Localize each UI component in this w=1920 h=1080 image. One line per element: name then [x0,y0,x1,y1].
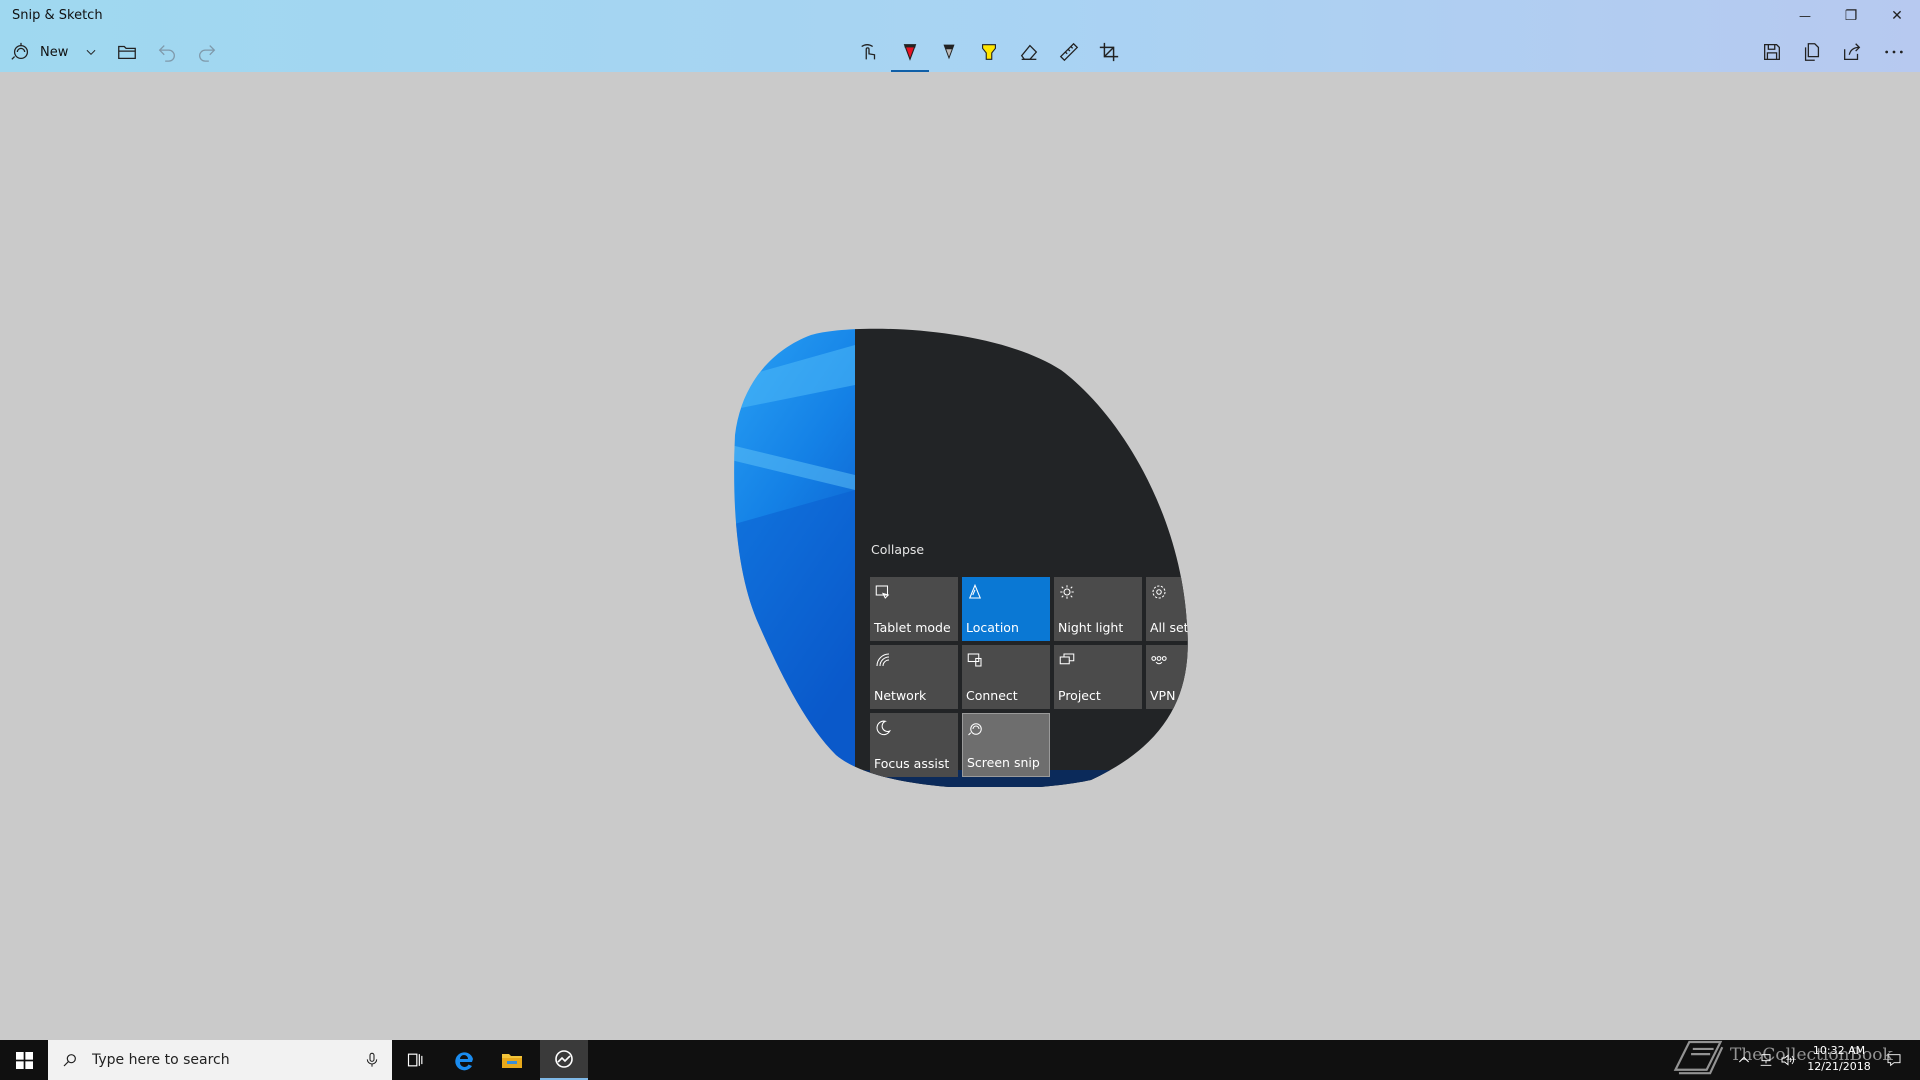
search-icon [63,1054,76,1067]
tile-label: Network [874,688,927,703]
eraser-icon [1020,44,1038,60]
edge-browser-button[interactable] [440,1040,488,1080]
ruler-icon [1059,42,1079,62]
highlighter-button[interactable] [972,32,1006,72]
settings-gear-icon [1150,583,1168,601]
tile-label: Tablet mode [874,620,951,635]
location-tile[interactable]: Location [962,577,1050,641]
save-button[interactable] [1755,32,1789,72]
screen-snip-tile[interactable]: Screen snip [962,713,1050,777]
focus-assist-moon-icon [874,719,892,737]
share-button[interactable] [1835,32,1869,72]
eraser-button[interactable] [1012,32,1046,72]
file-explorer-button[interactable] [488,1040,536,1080]
restore-button[interactable]: ❐ [1828,0,1874,32]
night-light-icon [1058,583,1076,601]
chevron-down-icon [86,49,96,55]
watermark-text: TheCollectionBook [1730,1045,1893,1065]
ballpoint-pen-button[interactable] [891,32,929,72]
new-snip-button[interactable]: New [10,32,80,72]
new-snip-icon [11,42,29,60]
tile-label: Screen snip [967,755,1040,770]
touch-writing-button[interactable] [852,32,886,72]
redo-icon [199,45,216,62]
snip-sketch-taskbar-button[interactable] [540,1040,588,1080]
tile-label: All sett [1150,620,1194,635]
project-icon [1058,651,1076,669]
tile-label: Project [1058,688,1101,703]
crop-icon [1099,42,1119,62]
connect-tile[interactable]: Connect [962,645,1050,709]
tile-label: Focus assist [874,756,950,771]
app-title: Snip & Sketch [12,8,103,23]
tablet-mode-icon [874,583,892,601]
windows-logo-icon [15,1051,33,1069]
copy-button[interactable] [1795,32,1829,72]
tile-label: VPN [1150,688,1176,703]
new-label: New [40,44,69,60]
screen-snip-icon [967,720,985,738]
pencil-button[interactable] [932,32,966,72]
crop-button[interactable] [1092,32,1126,72]
network-icon [874,651,892,669]
more-options-button[interactable] [1875,32,1913,72]
task-view-button[interactable] [392,1040,440,1080]
project-tile[interactable]: Project [1054,645,1142,709]
file-explorer-icon [502,1054,522,1068]
toolbar: New [0,32,1920,72]
snip-sketch-icon [555,1050,573,1068]
copy-icon [1804,43,1820,61]
save-icon [1764,44,1780,60]
night-light-tile[interactable]: Night light [1054,577,1142,641]
tile-label: Connect [966,688,1018,703]
book-logo-icon [1673,1040,1724,1075]
task-view-icon [407,1053,423,1067]
more-icon [1885,50,1903,54]
microphone-icon[interactable] [364,1052,380,1068]
restore-icon: ❐ [1844,8,1858,24]
undo-button[interactable] [152,32,182,72]
open-folder-icon [118,45,136,60]
watermark: TheCollectionBook [1672,1030,1893,1080]
snip-image: Collapse Tablet mode Location Night ligh… [731,325,1193,787]
network-tile[interactable]: Network [870,645,958,709]
touch-writing-icon [861,44,876,60]
open-file-button[interactable] [112,32,142,72]
start-button[interactable] [0,1040,48,1080]
connect-icon [966,651,984,669]
share-icon [1844,43,1861,60]
tile-label: Location [966,620,1019,635]
vpn-icon [1150,651,1168,669]
pencil-icon [943,44,955,60]
minimize-icon: — [1799,9,1811,23]
taskbar-search-box[interactable] [48,1040,392,1080]
title-bar: Snip & Sketch — ❐ ✕ [0,0,1920,32]
search-input[interactable] [90,1051,350,1069]
taskbar: 10:32 AM 12/21/2018 [0,1040,1920,1080]
close-button[interactable]: ✕ [1874,0,1920,32]
tile-label: Night light [1058,620,1124,635]
new-options-dropdown[interactable] [80,32,102,72]
minimize-button[interactable]: — [1782,0,1828,32]
tablet-mode-tile[interactable]: Tablet mode [870,577,958,641]
ballpoint-pen-icon [903,44,917,61]
undo-icon [158,45,175,62]
location-icon [966,583,984,601]
edge-browser-icon [455,1052,473,1071]
close-icon: ✕ [1891,8,1903,24]
collapse-link[interactable]: Collapse [871,542,924,557]
highlighter-icon [982,44,996,60]
redo-button[interactable] [192,32,222,72]
app-top-area: Snip & Sketch — ❐ ✕ New [0,0,1920,72]
focus-assist-tile[interactable]: Focus assist [870,713,958,777]
freeform-snip[interactable]: Collapse Tablet mode Location Night ligh… [731,325,1193,787]
ruler-button[interactable] [1052,32,1086,72]
